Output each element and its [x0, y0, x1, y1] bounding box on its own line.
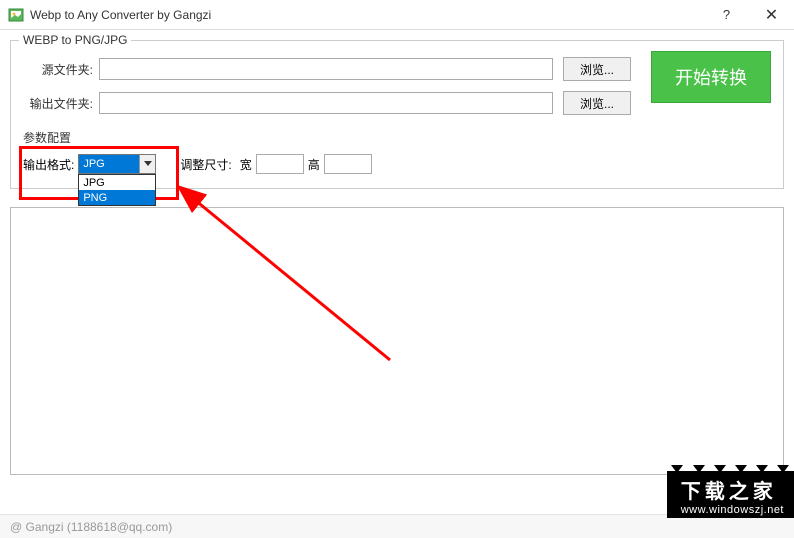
app-icon: [8, 7, 24, 23]
window-title: Webp to Any Converter by Gangzi: [30, 8, 704, 22]
main-groupbox: WEBP to PNG/JPG 开始转换 源文件夹: 浏览... 输出文件夹: …: [10, 40, 784, 189]
groupbox-legend: WEBP to PNG/JPG: [19, 33, 131, 47]
combo-option-jpg[interactable]: JPG: [79, 175, 155, 190]
log-output-area[interactable]: [10, 207, 784, 475]
help-button[interactable]: ?: [704, 0, 749, 30]
width-label: 宽: [240, 156, 252, 173]
combo-input[interactable]: JPG: [78, 154, 156, 174]
close-button[interactable]: ✕: [749, 0, 794, 30]
combo-dropdown: JPG PNG: [78, 174, 156, 206]
output-format-combo[interactable]: JPG JPG PNG: [78, 154, 156, 174]
params-section-label: 参数配置: [23, 129, 771, 146]
window-controls: ? ✕: [704, 0, 794, 30]
resize-label: 调整尺寸:: [180, 156, 231, 173]
height-input[interactable]: [324, 154, 372, 174]
footer-credit: @ Gangzi (1188618@qq.com): [10, 520, 172, 534]
combo-selected-value: JPG: [79, 155, 139, 173]
source-folder-label: 源文件夹:: [23, 61, 93, 78]
output-folder-input[interactable]: [99, 92, 553, 114]
watermark-title: 下载之家: [681, 475, 784, 504]
output-folder-row: 输出文件夹: 浏览...: [23, 91, 631, 115]
browse-source-button[interactable]: 浏览...: [563, 57, 631, 81]
params-row: 输出格式: JPG JPG PNG 调整尺寸: 宽 高: [23, 154, 771, 174]
width-input[interactable]: [256, 154, 304, 174]
browse-output-button[interactable]: 浏览...: [563, 91, 631, 115]
chevron-down-icon[interactable]: [139, 155, 155, 173]
height-label: 高: [308, 156, 320, 173]
source-folder-row: 源文件夹: 浏览...: [23, 57, 631, 81]
output-folder-label: 输出文件夹:: [23, 95, 93, 112]
start-convert-button[interactable]: 开始转换: [651, 51, 771, 103]
watermark-badge: 下载之家 www.windowszj.net: [667, 471, 794, 518]
watermark-url: www.windowszj.net: [681, 504, 784, 516]
output-format-label: 输出格式:: [23, 156, 74, 173]
content-area: WEBP to PNG/JPG 开始转换 源文件夹: 浏览... 输出文件夹: …: [0, 30, 794, 189]
source-folder-input[interactable]: [99, 58, 553, 80]
combo-option-png[interactable]: PNG: [79, 190, 155, 205]
titlebar: Webp to Any Converter by Gangzi ? ✕: [0, 0, 794, 30]
